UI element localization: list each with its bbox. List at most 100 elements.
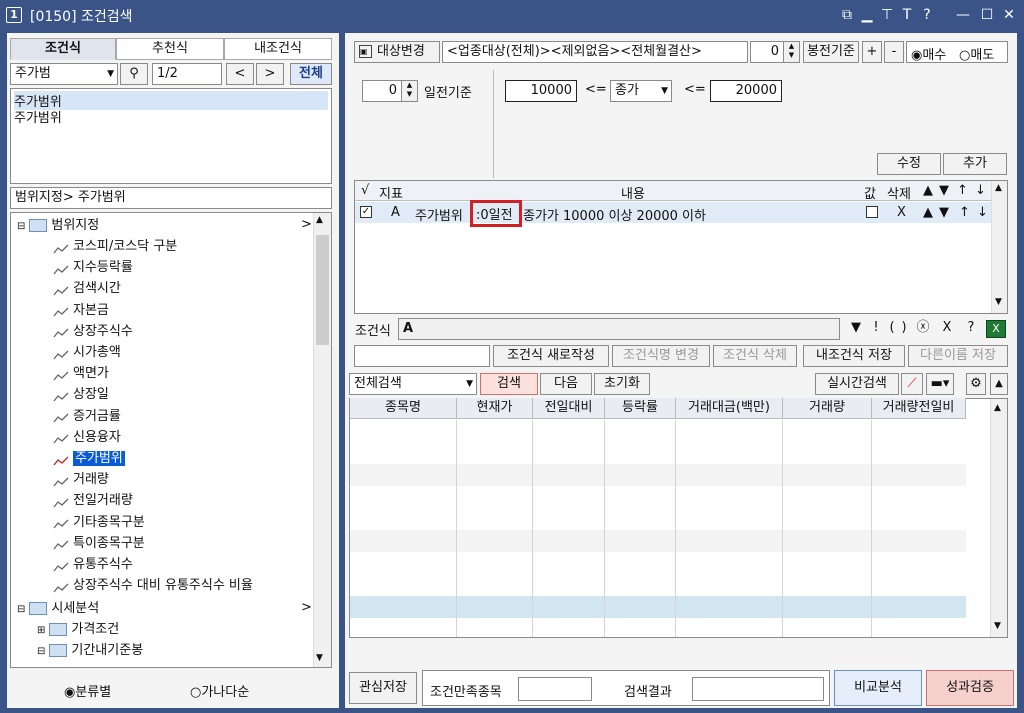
add-button[interactable]: 추가: [943, 153, 1007, 175]
max-price-input[interactable]: 20000: [710, 80, 782, 102]
list-item[interactable]: 주가범위: [14, 107, 62, 126]
tree-item[interactable]: 상장주식수: [53, 321, 133, 342]
watch-save-button[interactable]: 관심저장: [349, 672, 417, 704]
target-change-button[interactable]: ▣ 대상변경: [354, 41, 440, 63]
col-change[interactable]: 전일대비: [533, 398, 605, 419]
tree-item[interactable]: 시가총액: [53, 342, 121, 363]
plus-button[interactable]: +: [862, 41, 882, 63]
edit-button[interactable]: 수정: [877, 153, 941, 175]
realtime-search-button[interactable]: 실시간검색: [815, 373, 899, 395]
tab-condition[interactable]: 조건식: [10, 38, 116, 60]
condition-scrollbar[interactable]: ▲ ▼: [991, 181, 1007, 313]
search-input[interactable]: 주가범 ▼: [10, 63, 118, 85]
compare-button[interactable]: 비교분석: [834, 670, 922, 706]
chart-icon[interactable]: ⟋: [901, 373, 923, 395]
table-row[interactable]: [350, 530, 966, 552]
op-open-paren[interactable]: (: [886, 318, 898, 340]
table-row[interactable]: [350, 464, 966, 486]
scroll-thumb[interactable]: [316, 235, 329, 345]
col-volume[interactable]: 거래량: [783, 398, 872, 419]
row-bottom[interactable]: ↓: [977, 205, 988, 220]
tree-item[interactable]: 유통주식수: [53, 554, 133, 575]
candle-stepper[interactable]: 0 ▲ ▼: [750, 41, 800, 63]
minimize-window-icon[interactable]: —: [954, 5, 972, 25]
help-button[interactable]: ?: [962, 318, 980, 340]
condition-name-input[interactable]: [354, 345, 490, 367]
list-menu-icon[interactable]: ▬▾: [926, 373, 954, 395]
row-up[interactable]: ▲: [923, 205, 933, 220]
search-button[interactable]: ⚲: [120, 63, 148, 85]
tree-item[interactable]: 신용융자: [53, 427, 121, 448]
all-button[interactable]: 전체: [290, 63, 332, 85]
row-down[interactable]: ▼: [939, 205, 949, 220]
tree-item[interactable]: 기타종목구분: [53, 512, 145, 533]
new-condition-button[interactable]: 조건식 새로작성: [493, 345, 609, 367]
reset-button[interactable]: 초기화: [594, 373, 650, 395]
pin-icon[interactable]: ⊤: [878, 5, 896, 25]
formula-dropdown[interactable]: ▼: [846, 318, 866, 340]
tree-scrollbar[interactable]: ▲ ▼: [313, 213, 331, 667]
col-volume-ratio[interactable]: 거래량전일비: [872, 398, 966, 419]
op-clear[interactable]: X: [938, 318, 956, 340]
tree-item[interactable]: 전일거래량: [53, 490, 133, 511]
prev-button[interactable]: <: [226, 63, 254, 85]
tab-recommended[interactable]: 추천식: [116, 38, 224, 60]
search-run-button[interactable]: 검색: [480, 373, 538, 395]
tree-group-market[interactable]: ⊟ 시세분석: [17, 598, 99, 619]
col-trade-value[interactable]: 거래대금(백만): [676, 398, 783, 419]
tree-item[interactable]: 주가범위: [53, 448, 125, 469]
scroll-down-icon[interactable]: ▼: [316, 653, 323, 663]
price-type-select[interactable]: 종가 ▼: [610, 80, 672, 102]
scroll-up-icon[interactable]: ▲: [995, 183, 1002, 193]
font-size-icon[interactable]: T: [898, 5, 916, 25]
table-row[interactable]: [350, 596, 966, 618]
save-as-button[interactable]: 다른이름 저장: [908, 345, 1008, 367]
minimize-icon[interactable]: ▁: [858, 5, 876, 25]
tree-item[interactable]: 증거금률: [53, 406, 121, 427]
op-close-paren[interactable]: ): [898, 318, 910, 340]
close-icon[interactable]: ✕: [1000, 5, 1018, 25]
days-stepper[interactable]: 0 ▲ ▼: [362, 80, 418, 102]
collapse-up-icon[interactable]: ▲: [990, 373, 1008, 395]
op-not[interactable]: !: [868, 318, 884, 340]
tree-item[interactable]: 상장주식수 대비 유통주식수 비율: [53, 575, 253, 596]
tree-item[interactable]: 거래량: [53, 469, 109, 490]
radio-by-category[interactable]: ◉분류별: [64, 681, 111, 700]
tree-group-range[interactable]: ⊟ 범위지정: [17, 215, 99, 236]
scroll-down-icon[interactable]: ▼: [994, 621, 1001, 631]
tree-item[interactable]: 코스피/코스닥 구분: [53, 236, 177, 257]
tree-item[interactable]: 검색시간: [53, 278, 121, 299]
performance-button[interactable]: 성과검증: [926, 670, 1014, 706]
row-delete[interactable]: X: [897, 205, 906, 220]
row-content-highlight[interactable]: :0일전: [470, 200, 522, 227]
gear-icon[interactable]: ⚙: [966, 373, 986, 395]
radio-sell[interactable]: ○매도: [959, 44, 994, 63]
spin-icon[interactable]: ▲ ▼: [783, 42, 799, 62]
tree-item-price-condition[interactable]: ⊞ 가격조건: [37, 619, 119, 640]
tree-item-period-candle[interactable]: ⊟ 기간내기준봉: [37, 640, 143, 661]
radio-by-alpha[interactable]: ○가나다순: [190, 681, 249, 700]
scroll-up-icon[interactable]: ▲: [316, 215, 323, 225]
scroll-up-icon[interactable]: ▲: [994, 403, 1001, 413]
minus-button[interactable]: -: [884, 41, 904, 63]
delete-condition-button[interactable]: 조건식 삭제: [713, 345, 797, 367]
col-name[interactable]: 종목명: [350, 398, 457, 419]
next-result-button[interactable]: 다음: [540, 373, 592, 395]
copy-icon[interactable]: ⧉: [838, 5, 856, 25]
chevron-right-icon[interactable]: >: [301, 217, 312, 232]
scroll-down-icon[interactable]: ▼: [995, 297, 1002, 307]
tree-item[interactable]: 자본금: [53, 300, 109, 321]
row-top[interactable]: ↑: [959, 205, 970, 220]
search-scope-select[interactable]: 전체검색 ▼: [349, 373, 477, 395]
row-checkbox[interactable]: ✓: [360, 206, 372, 218]
col-rate[interactable]: 등락률: [605, 398, 676, 419]
radio-buy[interactable]: ◉매수: [911, 44, 946, 63]
tree-item[interactable]: 지수등락률: [53, 257, 133, 278]
tree-item[interactable]: 액면가: [53, 363, 109, 384]
min-price-input[interactable]: 10000: [505, 80, 577, 102]
tree-item[interactable]: 특이종목구분: [53, 533, 145, 554]
value-checkbox[interactable]: [866, 206, 878, 218]
result-scrollbar[interactable]: ▲ ▼: [990, 399, 1007, 637]
formula-input[interactable]: A: [398, 318, 840, 340]
col-price[interactable]: 현재가: [457, 398, 533, 419]
